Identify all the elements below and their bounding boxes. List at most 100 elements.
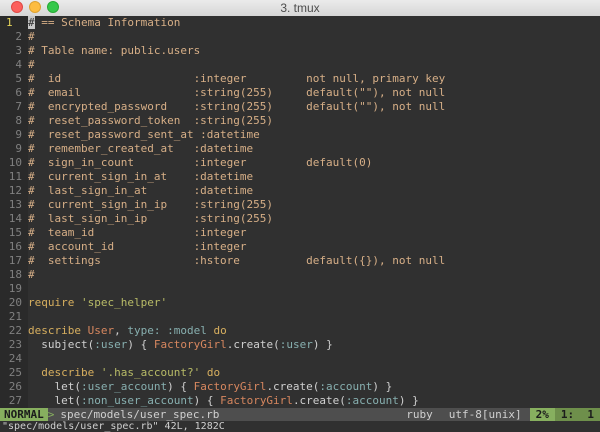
line-number: 2 (0, 30, 28, 44)
code-token: # reset_password_token :string(255) (28, 114, 274, 127)
editor-pane[interactable]: 1 # == Schema Information 2 #3 # Table name:… (0, 16, 600, 408)
line-number: 19 (0, 282, 28, 296)
code-token: # sign_in_count :integer default(0) (28, 156, 373, 169)
line-number: 5 (0, 72, 28, 86)
code-token: # last_sign_in_at :datetime (28, 184, 254, 197)
code-line[interactable]: 7 # encrypted_password :string(255) defau… (0, 100, 600, 114)
code-token: User (87, 324, 115, 337)
code-token: # encrypted_password :string(255) defaul… (28, 100, 446, 113)
code-token: ) { (193, 394, 221, 407)
line-number: 27 (0, 394, 28, 408)
line-number: 9 (0, 128, 28, 142)
code-token: describe (28, 324, 88, 337)
code-token: # (28, 268, 35, 281)
line-number: 7 (0, 100, 28, 114)
line-content: # current_sign_in_ip :string(255) (28, 198, 273, 212)
code-token: # reset_password_sent_at :datetime (28, 128, 260, 141)
line-content: # account_id :integer (28, 240, 247, 254)
code-token: let( (28, 380, 81, 393)
mode-indicator: NORMAL (0, 408, 48, 421)
code-token: require (28, 296, 81, 309)
code-line[interactable]: 27 let(:non_user_account) { FactoryGirl.… (0, 394, 600, 408)
code-token: # settings :hstore default({}), not null (28, 254, 446, 267)
command-line[interactable]: "spec/models/user_spec.rb" 42L, 1282C (0, 421, 600, 432)
separator-arrow-icon: > (47, 408, 55, 421)
line-content: # email :string(255) default(""), not nu… (28, 86, 445, 100)
line-content: # Table name: public.users (28, 44, 200, 58)
line-content: # team_id :integer (28, 226, 247, 240)
code-line[interactable]: 9 # remember_created_at :datetime (0, 142, 600, 156)
code-line[interactable]: 6 # email :string(255) default(""), not n… (0, 86, 600, 100)
code-line[interactable]: 25 describe '.has_account?' do (0, 366, 600, 380)
code-line[interactable]: 4 # (0, 58, 600, 72)
line-number: 1 (0, 16, 28, 30)
terminal-window: 3. tmux 1 # == Schema Information 2 #3 # Tab… (0, 0, 600, 432)
line-number: 24 (0, 352, 28, 366)
code-line[interactable]: 9 # reset_password_sent_at :datetime (0, 128, 600, 142)
code-token: ) { (167, 380, 194, 393)
line-content: subject(:user) { FactoryGirl.create(:use… (28, 338, 333, 352)
code-line[interactable]: 13 # current_sign_in_ip :string(255) (0, 198, 600, 212)
code-token: type: (127, 324, 161, 337)
code-line[interactable]: 3 # Table name: public.users (0, 44, 600, 58)
code-token: FactoryGirl (153, 338, 227, 351)
code-line[interactable]: 11 # current_sign_in_at :datetime (0, 170, 600, 184)
code-token: # account_id :integer (28, 240, 247, 253)
code-token: # current_sign_in_at :datetime (28, 170, 254, 183)
line-number: 10 (0, 156, 28, 170)
code-token: # (28, 58, 35, 71)
code-token: .create( (226, 338, 280, 351)
code-line[interactable]: 23 subject(:user) { FactoryGirl.create(:… (0, 338, 600, 352)
line-number: 13 (0, 198, 28, 212)
code-token: # (28, 30, 35, 43)
line-content: let(:user_account) { FactoryGirl.create(… (28, 380, 392, 394)
code-token: 'spec_helper' (80, 296, 168, 309)
code-line[interactable]: 15 # team_id :integer (0, 226, 600, 240)
code-line[interactable]: 1 # == Schema Information (0, 16, 600, 30)
code-token: # team_id :integer (28, 226, 247, 239)
line-number: 12 (0, 184, 28, 198)
code-token: :account (345, 394, 399, 407)
line-content: require 'spec_helper' (28, 296, 167, 310)
line-number: 3 (0, 44, 28, 58)
code-line[interactable]: 21 (0, 310, 600, 324)
code-line[interactable]: 10 # sign_in_count :integer default(0) (0, 156, 600, 170)
line-content: # == Schema Information (28, 16, 180, 30)
title-bar: 3. tmux (0, 0, 600, 17)
line-number: 11 (0, 170, 28, 184)
line-content: describe User, type: :model do (28, 324, 227, 338)
code-token: do (206, 324, 227, 337)
code-token: :user (94, 338, 128, 351)
line-content: describe '.has_account?' do (28, 366, 220, 380)
status-encoding: utf-8[unix] (448, 408, 522, 421)
code-token: # last_sign_in_ip :string(255) (28, 212, 274, 225)
line-number: 21 (0, 310, 28, 324)
line-content: # id :integer not null, primary key (28, 72, 445, 86)
line-content: # reset_password_token :string(255) (28, 114, 273, 128)
code-line[interactable]: 18 # (0, 268, 600, 282)
code-line[interactable]: 12 # last_sign_in_at :datetime (0, 184, 600, 198)
code-token: # remember_created_at :datetime (28, 142, 254, 155)
code-line[interactable]: 26 let(:user_account) { FactoryGirl.crea… (0, 380, 600, 394)
code-line[interactable]: 8 # reset_password_token :string(255) (0, 114, 600, 128)
code-token: subject( (28, 338, 95, 351)
line-content: # last_sign_in_at :datetime (28, 184, 253, 198)
code-token: ) } (312, 338, 333, 351)
code-line[interactable]: 14 # last_sign_in_ip :string(255) (0, 212, 600, 226)
line-content: # (28, 30, 35, 44)
code-token: FactoryGirl (220, 394, 293, 407)
code-line[interactable]: 5 # id :integer not null, primary key (0, 72, 600, 86)
code-line[interactable]: 24 (0, 352, 600, 366)
status-filetype: ruby (406, 408, 433, 421)
code-line[interactable]: 19 (0, 282, 600, 296)
line-content: # sign_in_count :integer default(0) (28, 156, 372, 170)
code-line[interactable]: 17 # settings :hstore default({}), not nu… (0, 254, 600, 268)
code-line[interactable]: 2 # (0, 30, 600, 44)
code-line[interactable]: 22 describe User, type: :model do (0, 324, 600, 338)
text-cursor: # (28, 16, 35, 29)
line-number: 8 (0, 114, 28, 128)
code-line[interactable]: 16 # account_id :integer (0, 240, 600, 254)
line-content: # encrypted_password :string(255) defaul… (28, 100, 445, 114)
code-line[interactable]: 20 require 'spec_helper' (0, 296, 600, 310)
code-token: ) { (127, 338, 154, 351)
